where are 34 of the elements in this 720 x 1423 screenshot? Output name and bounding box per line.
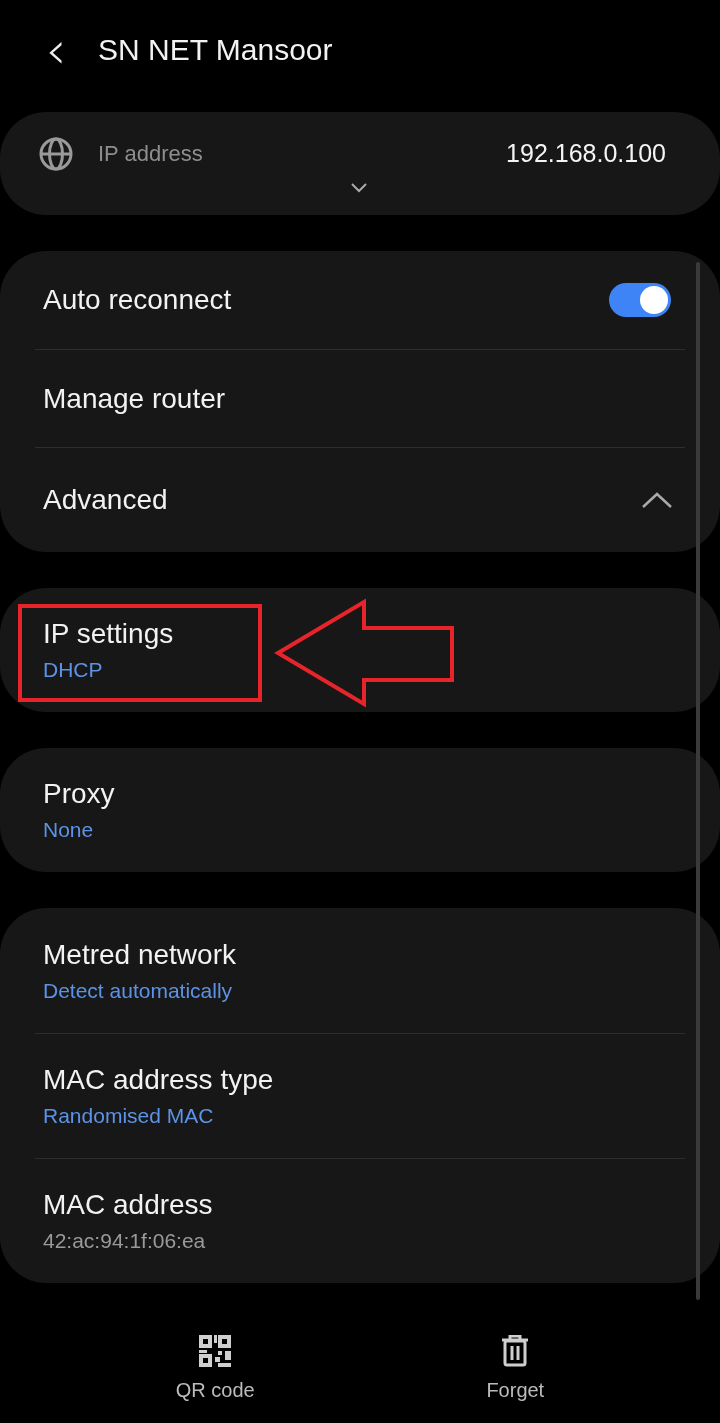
setting-title: MAC address type: [43, 1064, 275, 1096]
setting-value: Randomised MAC: [43, 1104, 215, 1128]
setting-title: Proxy: [43, 778, 116, 810]
setting-title: IP settings: [43, 618, 175, 650]
settings-row[interactable]: Auto reconnect: [35, 251, 685, 349]
settings-row[interactable]: IP settings DHCP: [35, 588, 685, 712]
settings-row[interactable]: Metred network Detect automatically: [35, 908, 685, 1033]
setting-title: Metred network: [43, 938, 237, 971]
chevron-down-icon[interactable]: [350, 182, 368, 194]
settings-row[interactable]: Proxy None: [35, 748, 685, 872]
settings-row[interactable]: Advanced: [35, 447, 685, 552]
setting-value: None: [43, 818, 95, 842]
settings-row[interactable]: Manage router: [35, 349, 685, 447]
page-title: SN NET Mansoor: [98, 33, 333, 67]
back-button[interactable]: ‹: [36, 25, 76, 75]
ip-address-label: IP address: [98, 141, 204, 167]
globe-icon: [38, 136, 74, 172]
settings-row[interactable]: MAC address 42:ac:94:1f:06:ea: [35, 1158, 685, 1283]
toggle-switch[interactable]: [609, 283, 671, 317]
setting-value: DHCP: [43, 658, 104, 682]
setting-title: Auto reconnect: [43, 284, 233, 316]
setting-title: MAC address: [43, 1189, 214, 1221]
settings-row[interactable]: MAC address type Randomised MAC: [35, 1033, 685, 1158]
setting-title: Manage router: [43, 382, 227, 415]
trash-icon: [501, 1335, 530, 1367]
ip-address-card[interactable]: IP address 192.168.0.100: [0, 112, 720, 215]
qr-code-icon: [199, 1335, 232, 1367]
forget-button[interactable]: Forget: [476, 1331, 555, 1406]
chevron-up-icon[interactable]: [641, 491, 673, 509]
setting-value: 42:ac:94:1f:06:ea: [43, 1229, 207, 1253]
setting-value: Detect automatically: [43, 978, 234, 1003]
setting-title: Advanced: [43, 484, 169, 516]
ip-address-value: 192.168.0.100: [506, 139, 666, 168]
qr-code-button[interactable]: QR code: [165, 1331, 265, 1406]
